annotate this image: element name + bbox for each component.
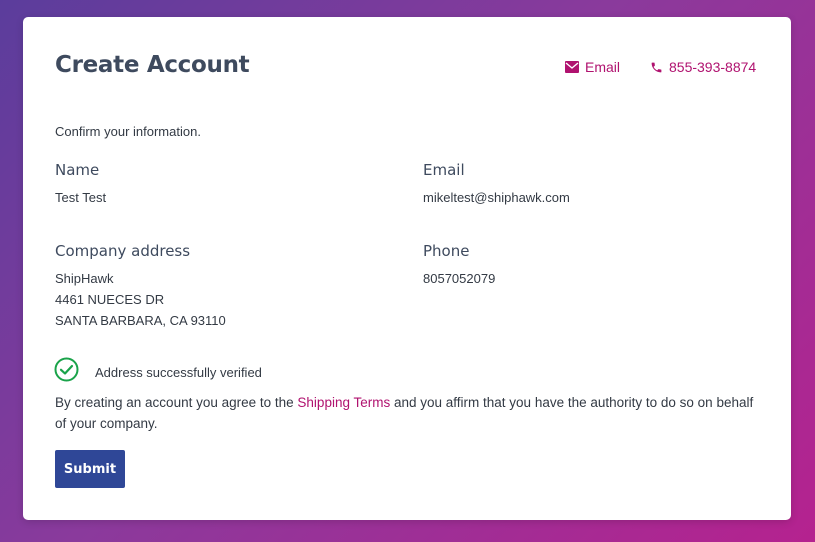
create-account-card: Create Account Email 855-393-8874 Confir… xyxy=(23,17,791,520)
email-value: mikeltest@shiphawk.com xyxy=(423,190,570,205)
check-circle-icon xyxy=(54,357,79,387)
submit-button[interactable]: Submit xyxy=(55,450,125,488)
phone-value: 8057052079 xyxy=(423,271,496,286)
phone-link[interactable]: 855-393-8874 xyxy=(650,59,756,75)
name-value: Test Test xyxy=(55,190,107,205)
phone-label: Phone xyxy=(423,242,470,260)
address-verified-status: Address successfully verified xyxy=(54,357,262,387)
terms-text-before: By creating an account you agree to the xyxy=(55,395,298,410)
company-address-value: ShipHawk 4461 NUECES DR SANTA BARBARA, C… xyxy=(55,268,226,331)
name-label: Name xyxy=(55,161,100,179)
intro-text: Confirm your information. xyxy=(55,124,201,139)
phone-link-label: 855-393-8874 xyxy=(669,59,757,75)
email-link[interactable]: Email xyxy=(565,59,620,75)
email-link-label: Email xyxy=(585,59,621,75)
address-line: SANTA BARBARA, CA 93110 xyxy=(55,313,226,328)
terms-text: By creating an account you agree to the … xyxy=(55,392,765,434)
shipping-terms-link[interactable]: Shipping Terms xyxy=(297,395,390,410)
address-line: ShipHawk xyxy=(55,271,114,286)
address-line: 4461 NUECES DR xyxy=(55,292,165,307)
envelope-icon xyxy=(565,61,579,73)
company-address-label: Company address xyxy=(55,242,191,260)
verified-text: Address successfully verified xyxy=(95,364,262,380)
page-title: Create Account xyxy=(55,52,250,78)
phone-icon xyxy=(650,61,663,74)
email-label: Email xyxy=(423,161,465,179)
